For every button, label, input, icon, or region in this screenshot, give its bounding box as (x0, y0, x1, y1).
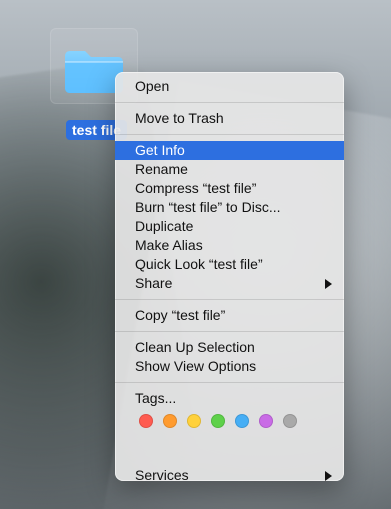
menu-separator (115, 382, 344, 383)
menu-item-show-view-options[interactable]: Show View Options (115, 357, 344, 376)
menu-item-services-label: Services (135, 467, 189, 481)
menu-item-burn-to-disc[interactable]: Burn “test file” to Disc... (115, 198, 344, 217)
menu-item-move-to-trash[interactable]: Move to Trash (115, 109, 344, 128)
tag-color-purple[interactable] (259, 414, 273, 428)
submenu-arrow-icon (325, 471, 332, 481)
menu-item-tags[interactable]: Tags... (115, 389, 344, 408)
tag-color-yellow[interactable] (187, 414, 201, 428)
tag-color-green[interactable] (211, 414, 225, 428)
tag-color-red[interactable] (139, 414, 153, 428)
menu-separator (115, 331, 344, 332)
tags-color-row (115, 408, 344, 434)
menu-item-get-info[interactable]: Get Info (115, 141, 344, 160)
menu-item-share-label: Share (135, 275, 173, 291)
context-menu-items: Open Move to Trash Get Info Rename Compr… (115, 72, 344, 481)
tag-color-gray[interactable] (283, 414, 297, 428)
menu-item-rename[interactable]: Rename (115, 160, 344, 179)
tag-color-blue[interactable] (235, 414, 249, 428)
menu-separator (115, 134, 344, 135)
menu-item-copy[interactable]: Copy “test file” (115, 306, 344, 325)
menu-item-open[interactable]: Open (115, 77, 344, 96)
menu-separator (115, 102, 344, 103)
menu-item-duplicate[interactable]: Duplicate (115, 217, 344, 236)
menu-item-make-alias[interactable]: Make Alias (115, 236, 344, 255)
submenu-arrow-icon (325, 279, 332, 289)
tag-color-orange[interactable] (163, 414, 177, 428)
menu-item-quick-look[interactable]: Quick Look “test file” (115, 255, 344, 274)
menu-item-services[interactable]: Services (115, 466, 344, 481)
menu-item-clean-up-selection[interactable]: Clean Up Selection (115, 338, 344, 357)
context-menu: Open Move to Trash Get Info Rename Compr… (115, 72, 344, 481)
menu-item-share[interactable]: Share (115, 274, 344, 293)
menu-spacer (115, 434, 344, 466)
menu-separator (115, 299, 344, 300)
menu-item-compress[interactable]: Compress “test file” (115, 179, 344, 198)
